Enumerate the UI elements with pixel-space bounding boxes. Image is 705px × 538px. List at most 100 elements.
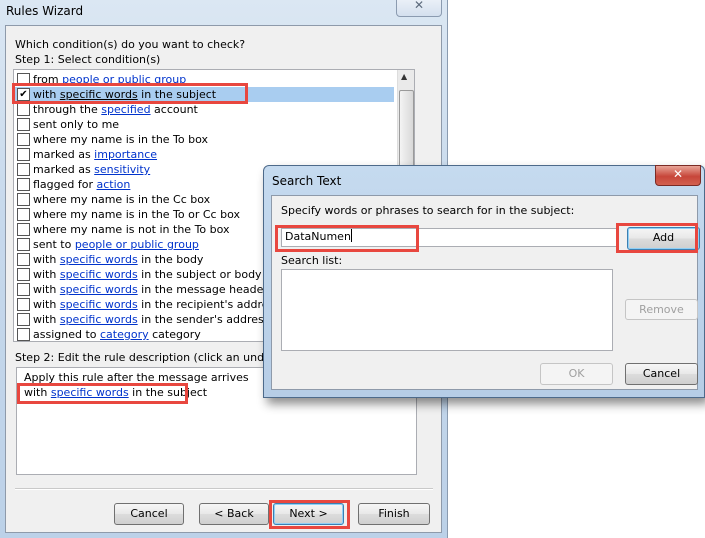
condition-text-post: in the body (137, 253, 204, 266)
step2-label: Step 2: Edit the rule description (click… (15, 351, 303, 364)
condition-item[interactable]: ✔ with specific words in the subject (14, 87, 394, 102)
condition-text: with specific words in the recipient's a… (33, 297, 280, 312)
condition-text: assigned to category category (33, 327, 201, 341)
condition-text-pre: with (33, 283, 60, 296)
next-button[interactable]: Next > (273, 503, 344, 525)
condition-text-pre: with (33, 313, 60, 326)
condition-item[interactable]: from people or public group (14, 72, 394, 87)
cancel-button[interactable]: Cancel (114, 503, 184, 525)
condition-text: marked as sensitivity (33, 162, 150, 177)
search-text-dialog: Search Text ✕ Specify words or phrases t… (263, 165, 705, 398)
condition-item[interactable]: sent only to me (14, 117, 394, 132)
condition-text: with specific words in the sender's addr… (33, 312, 269, 327)
condition-link[interactable]: sensitivity (94, 163, 150, 176)
condition-link[interactable]: specific words (60, 268, 138, 281)
condition-text-pre: with (33, 268, 60, 281)
checkbox[interactable] (17, 73, 30, 86)
ok-button[interactable]: OK (540, 363, 613, 385)
condition-text: with specific words in the subject or bo… (33, 267, 262, 282)
condition-text-post: in the sender's address (137, 313, 270, 326)
condition-text-pre: with (33, 298, 60, 311)
checkbox[interactable] (17, 118, 30, 131)
condition-link[interactable]: specified (101, 103, 150, 116)
button-separator (15, 488, 433, 490)
checkbox[interactable] (17, 223, 30, 236)
condition-text-pre: flagged for (33, 178, 97, 191)
checkbox[interactable] (17, 253, 30, 266)
condition-text-pre: where my name is in the Cc box (33, 193, 211, 206)
condition-text: with specific words in the body (33, 252, 203, 267)
remove-button[interactable]: Remove (625, 299, 698, 320)
condition-text-pre: where my name is in the To box (33, 133, 209, 146)
condition-text-pre: with (33, 253, 60, 266)
condition-link[interactable]: specific words (60, 283, 138, 296)
condition-text-pre: where my name is in the To or Cc box (33, 208, 240, 221)
scroll-up-icon[interactable]: ▲ (401, 72, 407, 81)
checkbox[interactable] (17, 148, 30, 161)
condition-text: with specific words in the message heade… (33, 282, 268, 297)
description-line-2: with specific words in the subject (24, 386, 207, 399)
condition-item[interactable]: through the specified account (14, 102, 394, 117)
condition-text-post: in the subject (137, 88, 217, 101)
condition-text: marked as importance (33, 147, 157, 162)
condition-text-pre: with (33, 88, 60, 101)
checkbox[interactable] (17, 283, 30, 296)
checkbox[interactable] (17, 133, 30, 146)
condition-link[interactable]: people or public group (75, 238, 199, 251)
condition-link[interactable]: specific words (60, 253, 138, 266)
close-button[interactable]: ✕ (396, 0, 442, 17)
checkbox[interactable] (17, 163, 30, 176)
search-prompt-label: Specify words or phrases to search for i… (281, 204, 575, 217)
search-input-value: DataNumen (285, 230, 351, 243)
condition-text: flagged for action (33, 177, 130, 192)
dialog-client-area: Specify words or phrases to search for i… (271, 195, 700, 390)
dialog-title: Search Text (272, 174, 342, 188)
search-words-input[interactable]: DataNumen (281, 228, 617, 247)
dialog-close-button[interactable]: ✕ (655, 165, 701, 186)
condition-link[interactable]: action (97, 178, 131, 191)
checkbox[interactable] (17, 208, 30, 221)
description-text: in the subject (128, 386, 208, 399)
condition-link[interactable]: specific words (60, 88, 138, 101)
checkbox[interactable] (17, 178, 30, 191)
condition-text-pre: from (33, 73, 63, 86)
step1-label: Step 1: Select condition(s) (15, 53, 161, 66)
condition-text-post: in the subject or body (137, 268, 262, 281)
back-button[interactable]: < Back (199, 503, 269, 525)
condition-link[interactable]: category (100, 328, 149, 341)
checkbox[interactable] (17, 268, 30, 281)
checkbox[interactable] (17, 193, 30, 206)
specific-words-link[interactable]: specific words (51, 386, 129, 399)
condition-item[interactable]: where my name is in the To box (14, 132, 394, 147)
condition-text-post: in the message header (137, 283, 268, 296)
condition-text: where my name is not in the To box (33, 222, 230, 237)
condition-link[interactable]: specific words (60, 298, 138, 311)
condition-text: where my name is in the To box (33, 132, 208, 147)
checkbox[interactable] (17, 313, 30, 326)
checkbox[interactable] (17, 298, 30, 311)
description-text: with (24, 386, 51, 399)
condition-text-pre: where my name is not in the To box (33, 223, 230, 236)
close-icon: ✕ (672, 167, 684, 181)
condition-text-pre: marked as (33, 148, 95, 161)
condition-link[interactable]: importance (94, 148, 157, 161)
question-label: Which condition(s) do you want to check? (15, 38, 246, 51)
description-line-1: Apply this rule after the message arrive… (24, 371, 249, 384)
search-list-box[interactable] (281, 269, 613, 351)
add-button[interactable]: Add (627, 227, 700, 250)
checkbox[interactable] (17, 103, 30, 116)
close-icon: ✕ (413, 0, 425, 12)
condition-link[interactable]: people or public group (62, 73, 186, 86)
condition-item[interactable]: marked as importance (14, 147, 394, 162)
checkbox[interactable] (17, 238, 30, 251)
condition-text-pre: sent only to me (33, 118, 120, 131)
checkbox-checked[interactable]: ✔ (17, 88, 30, 101)
checkbox[interactable] (17, 328, 30, 341)
condition-text: where my name is in the To or Cc box (33, 207, 240, 222)
condition-text-post: account (150, 103, 198, 116)
condition-text-post: in the recipient's address (137, 298, 280, 311)
finish-button[interactable]: Finish (358, 503, 430, 525)
condition-link[interactable]: specific words (60, 313, 138, 326)
dialog-cancel-button[interactable]: Cancel (625, 363, 698, 385)
condition-text: through the specified account (33, 102, 198, 117)
